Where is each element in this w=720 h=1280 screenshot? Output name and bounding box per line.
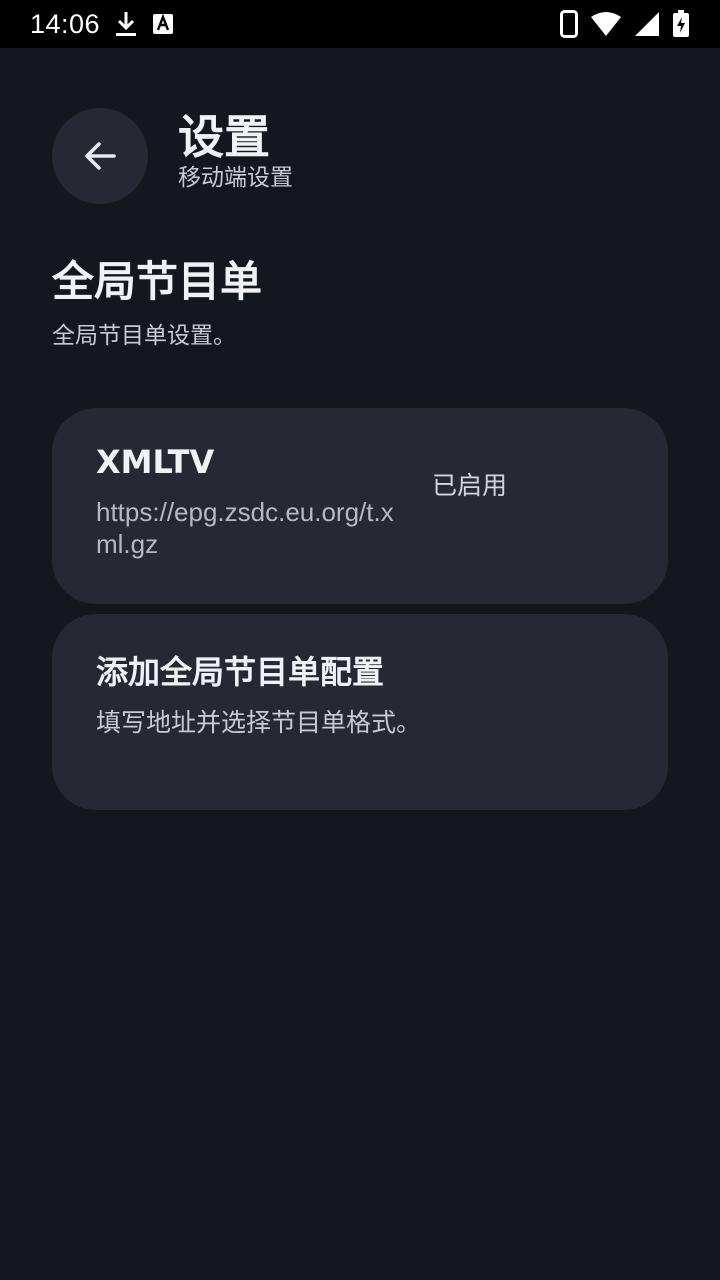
add-epg-config-title: 添加全局节目单配置 <box>96 653 385 691</box>
section-header: 全局节目单 全局节目单设置。 <box>52 254 262 352</box>
wifi-icon <box>590 11 622 37</box>
status-bar: 14:06 <box>0 0 720 48</box>
page-title: 设置 <box>178 110 270 164</box>
epg-source-name: XMLTV <box>96 443 215 481</box>
status-time: 14:06 <box>30 8 101 39</box>
epg-source-card[interactable]: XMLTV https://epg.zsdc.eu.org/t.xml.gz 已… <box>52 408 668 604</box>
download-icon <box>114 10 138 38</box>
page-subtitle: 移动端设置 <box>178 165 293 191</box>
arrow-left-icon <box>85 142 116 170</box>
add-epg-config-card[interactable]: 添加全局节目单配置 填写地址并选择节目单格式。 <box>52 614 668 810</box>
epg-source-url: https://epg.zsdc.eu.org/t.xml.gz <box>96 497 394 559</box>
back-button[interactable] <box>52 108 148 204</box>
section-description: 全局节目单设置。 <box>52 323 236 349</box>
keyboard-a-icon <box>152 13 174 35</box>
phone-icon <box>560 10 578 38</box>
section-title: 全局节目单 <box>52 257 263 306</box>
add-epg-config-description: 填写地址并选择节目单格式。 <box>96 708 422 737</box>
battery-charging-icon <box>672 10 690 38</box>
page-header: 设置 移动端设置 <box>52 108 293 204</box>
signal-icon <box>634 11 660 37</box>
epg-source-status: 已启用 <box>432 471 508 500</box>
